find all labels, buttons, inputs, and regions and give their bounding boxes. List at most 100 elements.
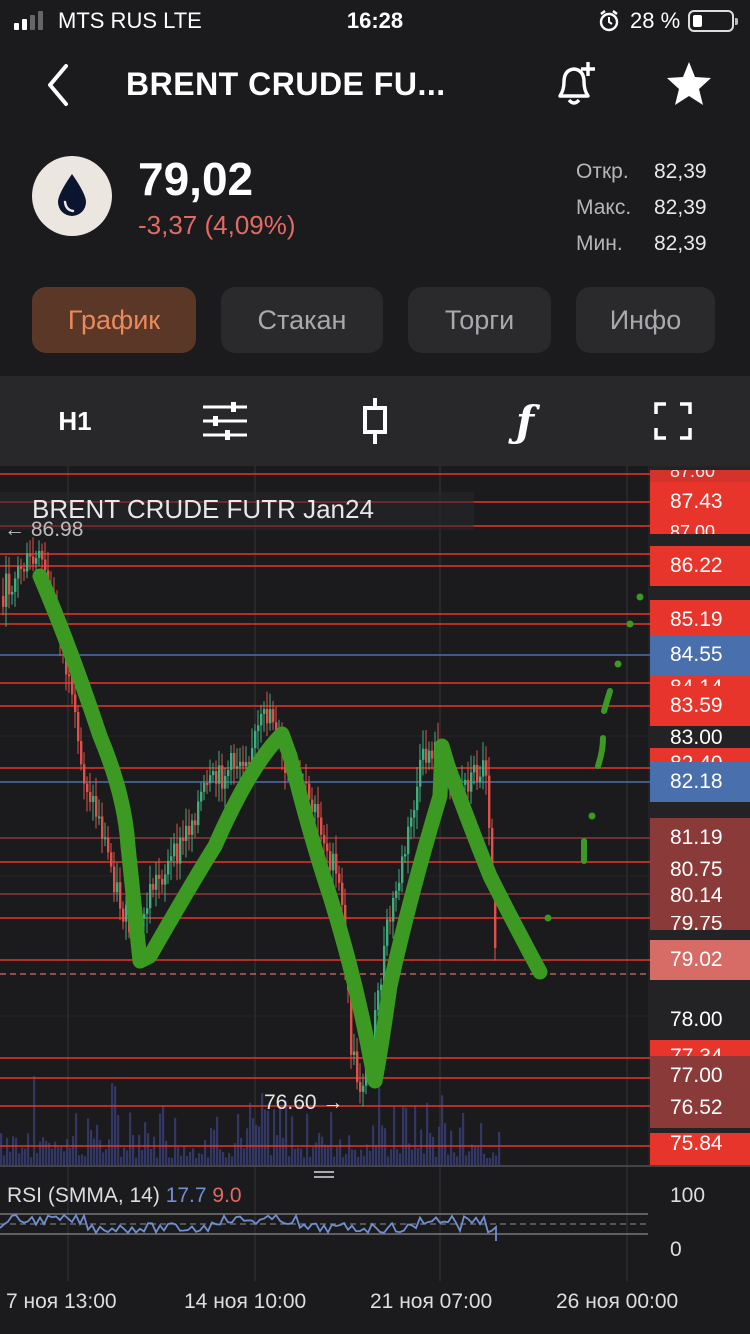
function-icon[interactable]: ƒ: [480, 376, 570, 466]
candle-body: [230, 752, 233, 770]
candle-body: [185, 825, 188, 841]
candle-body: [476, 764, 479, 782]
candle-body: [218, 765, 221, 784]
candle-body: [17, 566, 20, 579]
volume-bar: [474, 1146, 477, 1166]
candlestick-icon[interactable]: [330, 376, 420, 466]
volume-bar: [60, 1146, 63, 1166]
volume-bar: [414, 1105, 417, 1166]
candle-body: [422, 748, 425, 760]
price-chart[interactable]: BRENT CRUDE FUTR Jan24 ← 86.98 76.60 → 8…: [0, 466, 750, 1334]
candle-body: [188, 825, 191, 835]
tab-trades[interactable]: Торги: [408, 287, 551, 353]
candle-body: [317, 804, 320, 818]
volume-bar: [327, 1145, 330, 1166]
candle-body: [38, 550, 41, 558]
candle-body: [209, 775, 212, 784]
tab-order-book[interactable]: Стакан: [221, 287, 383, 353]
alarm-icon: [599, 10, 619, 32]
candle-body: [32, 556, 35, 564]
volume-bar: [159, 1113, 162, 1166]
candle-body: [239, 761, 242, 767]
stat-high: Макс. 82,39: [576, 196, 707, 219]
candle-body: [86, 783, 89, 792]
candle-body: [89, 791, 92, 802]
volume-bar: [111, 1083, 114, 1166]
volume-bar: [156, 1157, 159, 1166]
last-price: 79,02: [138, 153, 254, 205]
volume-bar: [6, 1137, 9, 1166]
volume-bar: [384, 1128, 387, 1166]
candle-body: [410, 817, 413, 827]
interval-button[interactable]: H1: [30, 376, 120, 466]
candle-body: [98, 816, 101, 819]
candle-body: [176, 843, 179, 864]
candle-body: [2, 596, 5, 607]
volume-bar: [363, 1155, 366, 1166]
volume-bar: [399, 1153, 402, 1166]
volume-bar: [189, 1151, 192, 1166]
volume-bar: [366, 1144, 369, 1166]
time-axis-label: 14 ноя 10:00: [184, 1290, 307, 1313]
volume-bar: [246, 1128, 249, 1166]
candle-body: [395, 890, 398, 898]
tab-chart[interactable]: График: [32, 287, 196, 353]
volume-bar: [360, 1149, 363, 1166]
fullscreen-icon[interactable]: [628, 376, 718, 466]
volume-bar: [243, 1148, 246, 1166]
candle-body: [35, 557, 38, 564]
annotation-dot: [544, 914, 552, 922]
volume-bar: [90, 1130, 93, 1166]
candle-body: [236, 766, 239, 769]
volume-bar: [462, 1112, 465, 1166]
candle-body: [479, 776, 482, 782]
volume-bar: [291, 1116, 294, 1166]
settings-sliders-icon[interactable]: [180, 376, 270, 466]
volume-bar: [465, 1155, 468, 1166]
annotation-dash: [595, 735, 606, 769]
candle-body: [173, 843, 176, 857]
volume-bar: [27, 1133, 30, 1166]
stat-low: Мин. 82,39: [576, 232, 707, 255]
volume-bar: [300, 1148, 303, 1166]
volume-bar: [51, 1148, 54, 1166]
high-marker: ← 86.98: [4, 518, 84, 541]
volume-bar: [84, 1156, 87, 1166]
volume-bar: [135, 1157, 138, 1166]
candle-body: [464, 779, 467, 785]
volume-bar: [168, 1157, 171, 1166]
candle-body: [212, 771, 215, 776]
candle-body: [425, 748, 428, 763]
candle-body: [332, 853, 335, 871]
volume-bar: [261, 1093, 264, 1166]
candle-body: [152, 884, 155, 890]
volume-bar: [78, 1155, 81, 1166]
candle-body: [26, 553, 29, 572]
volume-bar: [417, 1147, 420, 1166]
favorite-star-icon[interactable]: [664, 60, 714, 108]
volume-bar: [405, 1107, 408, 1166]
rsi-line: [0, 1212, 497, 1241]
volume-bar: [75, 1113, 78, 1166]
candle-body: [305, 781, 308, 784]
volume-bar: [390, 1149, 393, 1166]
volume-bar: [264, 1109, 267, 1166]
volume-bar: [489, 1157, 492, 1166]
volume-bar: [72, 1136, 75, 1166]
volume-bar: [3, 1155, 6, 1166]
rsi-scale-top: 100: [670, 1184, 706, 1207]
volume-bar: [468, 1151, 471, 1166]
candle-body: [197, 801, 200, 826]
tab-info[interactable]: Инфо: [576, 287, 715, 353]
add-alert-bell-icon[interactable]: [550, 58, 600, 110]
candle-body: [110, 852, 113, 867]
battery-icon: [688, 10, 738, 32]
price-tag: 82.18: [650, 762, 750, 802]
volume-bar: [288, 1156, 291, 1166]
candle-body: [362, 1085, 365, 1092]
back-arrow-icon[interactable]: [40, 60, 76, 110]
volume-bar: [498, 1131, 501, 1166]
volume-bar: [348, 1135, 351, 1166]
candle-body: [14, 578, 17, 592]
volume-bar: [339, 1139, 342, 1166]
